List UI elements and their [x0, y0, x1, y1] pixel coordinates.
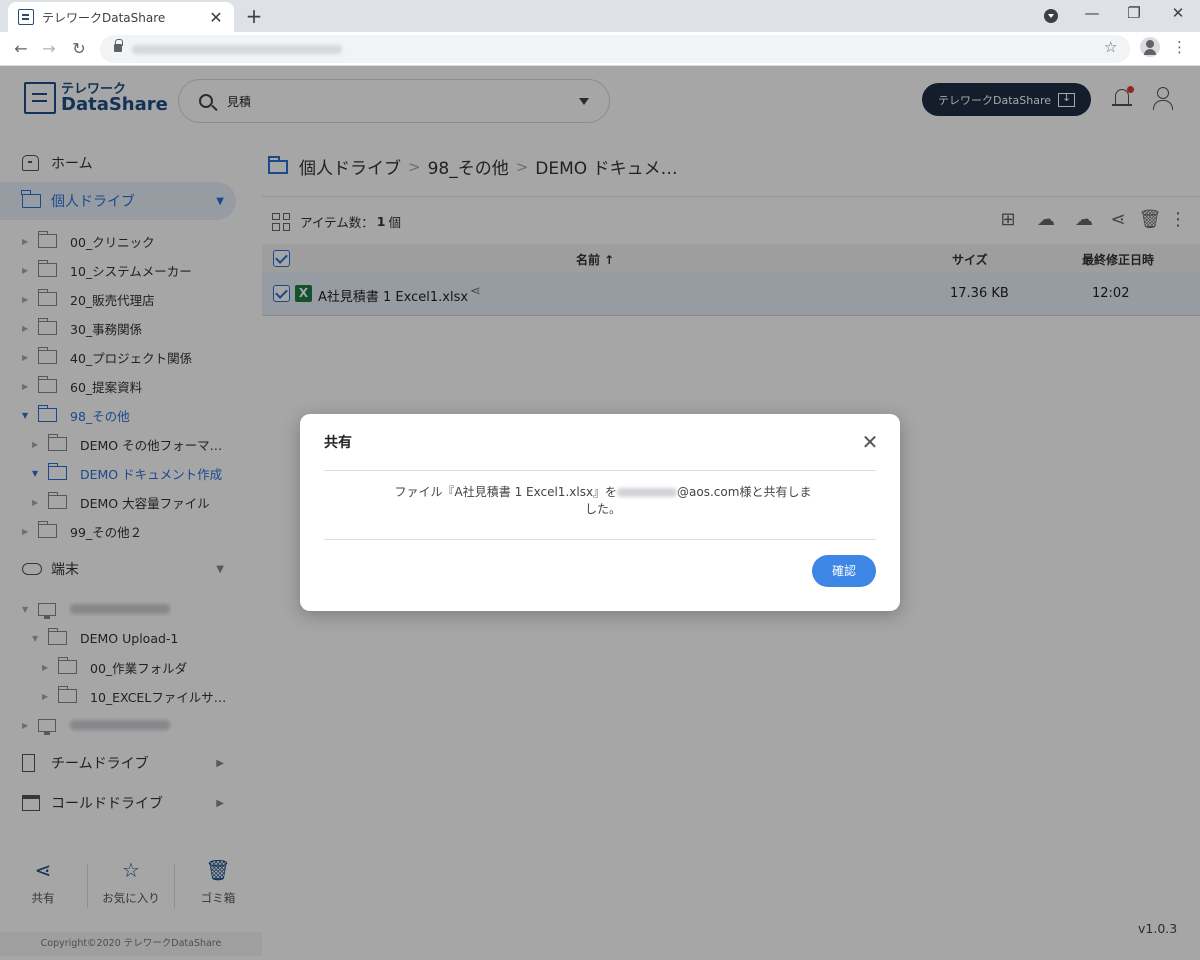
back-arrow-icon[interactable]: ← — [12, 39, 30, 58]
divider — [324, 470, 876, 471]
tab-title: テレワークDataShare — [42, 10, 166, 25]
chrome-profile-icon[interactable] — [1044, 9, 1058, 23]
dialog-title: 共有 — [324, 435, 352, 451]
window-close-button[interactable]: ✕ — [1168, 4, 1188, 22]
lock-icon — [114, 39, 123, 52]
reload-icon[interactable]: ↻ — [70, 39, 88, 58]
forward-arrow-icon[interactable]: → — [40, 39, 58, 58]
message-prefix: ファイル『A社見積書 1 Excel1.xlsx』を — [394, 485, 618, 499]
message-suffix: @aos.com様と共有しま — [677, 485, 812, 499]
account-avatar-icon[interactable] — [1140, 37, 1160, 57]
bookmark-star-icon[interactable]: ☆ — [1104, 38, 1117, 56]
browser-tab[interactable]: テレワークDataShare ✕ — [8, 2, 234, 32]
url-input[interactable] — [100, 35, 1130, 63]
browser-address-bar: ← → ↻ ☆ ⋮ — [0, 32, 1200, 66]
tab-close-icon[interactable]: ✕ — [208, 8, 224, 27]
share-dialog: 共有 ✕ ファイル『A社見積書 1 Excel1.xlsx』を @aos.com様… — [300, 414, 900, 611]
close-icon[interactable]: ✕ — [860, 432, 880, 452]
confirm-button[interactable]: 確認 — [812, 555, 876, 587]
new-tab-button[interactable]: + — [244, 4, 264, 28]
minimize-button[interactable]: — — [1082, 4, 1102, 22]
message-line2: した。 — [584, 502, 621, 516]
browser-tab-bar: テレワークDataShare ✕ + — ❐ ✕ — [0, 0, 1200, 32]
browser-menu-icon[interactable]: ⋮ — [1172, 38, 1187, 56]
blurred-email — [617, 488, 678, 497]
dialog-message: ファイル『A社見積書 1 Excel1.xlsx』を @aos.com様と共有しま… — [388, 484, 818, 518]
blurred-url — [132, 45, 342, 54]
restore-button[interactable]: ❐ — [1124, 4, 1144, 22]
divider — [324, 539, 876, 540]
datashare-favicon-icon — [18, 9, 34, 25]
